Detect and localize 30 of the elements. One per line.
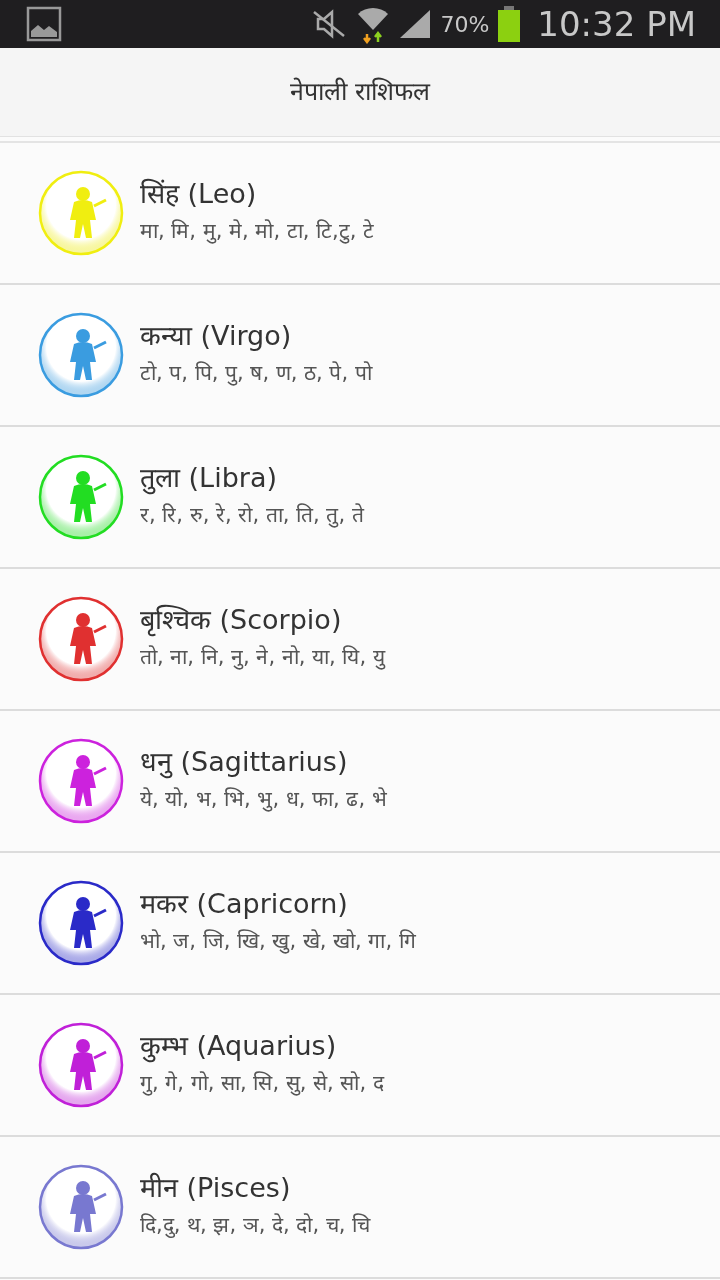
sign-name: मीन (Pisces) xyxy=(140,1172,292,1205)
sign-syllables: भो, ज, जि, खि, खु, खे, खो, गा, गि xyxy=(140,928,416,956)
sign-syllables: तो, ना, नि, नु, ने, नो, या, यि, यु xyxy=(140,644,385,672)
battery-percent: 70% xyxy=(440,10,490,39)
sign-list-item[interactable]: सिंह (Leo) मा, मि, मु, मे, मो, टा, टि,टु, टे xyxy=(0,143,720,285)
sign-name: धनु (Sagittarius) xyxy=(140,746,349,779)
clock-time: 10:32 PM xyxy=(537,7,696,41)
signal-icon xyxy=(398,8,433,40)
sign-name: कन्या (Virgo) xyxy=(140,320,293,353)
sign-name: मकर (Capricorn) xyxy=(140,888,349,921)
sign-syllables: टो, प, पि, पु, ष, ण, ठ, पे, पो xyxy=(140,360,372,388)
sign-list-item[interactable]: मकर (Capricorn) भो, ज, जि, खि, खु, खे, खो, गा, गि xyxy=(0,853,720,995)
sign-syllables: ये, यो, भ, भि, भु, ध, फा, ढ, भे xyxy=(140,786,387,814)
sign-syllables: दि,दु, थ, झ, ञ, दे, दो, च, चि xyxy=(140,1212,371,1240)
sign-name: तुला (Libra) xyxy=(140,462,278,495)
sign-syllables: र, रि, रु, रे, रो, ता, ति, तु, ते xyxy=(140,502,364,530)
sign-list-item[interactable]: कुम्भ (Aquarius) गु, गे, गो, सा, सि, सु, से, सो, द xyxy=(0,995,720,1137)
sign-name: बृश्चिक (Scorpio) xyxy=(140,604,343,637)
sign-list-item[interactable]: मीन (Pisces) दि,दु, थ, झ, ञ, दे, दो, च, चि xyxy=(0,1137,720,1279)
sign-name: कुम्भ (Aquarius) xyxy=(140,1030,338,1063)
image-icon xyxy=(26,6,62,42)
sign-syllables: गु, गे, गो, सा, सि, सु, से, सो, द xyxy=(140,1070,384,1098)
sign-syllables: मा, मि, मु, मे, मो, टा, टि,टु, टे xyxy=(140,218,375,246)
battery-icon xyxy=(497,6,522,42)
sign-list-item[interactable]: बृश्चिक (Scorpio) तो, ना, नि, नु, ने, नो, या, यि, यु xyxy=(0,569,720,711)
sign-list-item[interactable]: तुला (Libra) र, रि, रु, रे, रो, ता, ति, तु, ते xyxy=(0,427,720,569)
sign-name: सिंह (Leo) xyxy=(140,178,258,211)
sign-list-item[interactable]: कन्या (Virgo) टो, प, पि, पु, ष, ण, ठ, पे, पो xyxy=(0,285,720,427)
sign-list-item[interactable]: धनु (Sagittarius) ये, यो, भ, भि, भु, ध, फा, ढ, भे xyxy=(0,711,720,853)
app-title: नेपाली राशिफल xyxy=(290,76,430,109)
